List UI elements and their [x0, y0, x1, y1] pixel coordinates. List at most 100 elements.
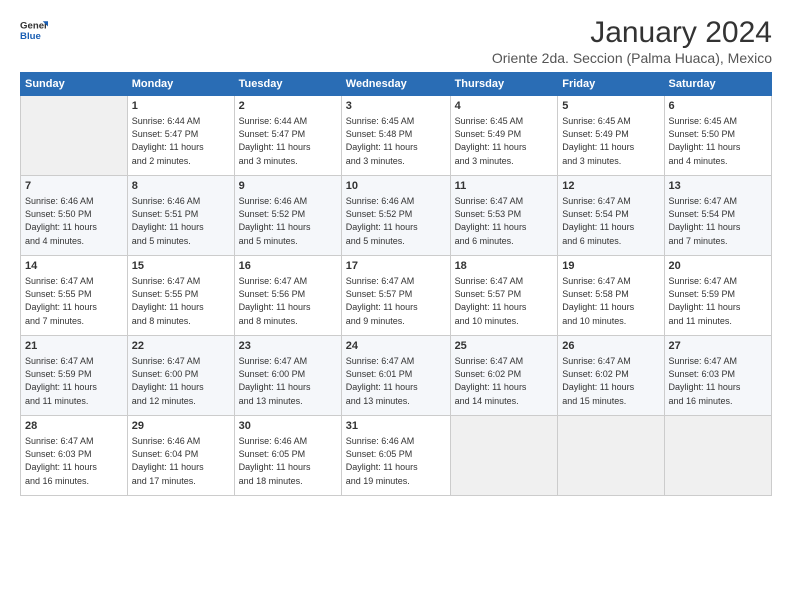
day-info: Sunrise: 6:46 AM Sunset: 6:04 PM Dayligh…	[132, 435, 230, 487]
day-number: 4	[455, 99, 554, 114]
day-number: 21	[25, 339, 123, 354]
day-number: 29	[132, 419, 230, 434]
day-info: Sunrise: 6:47 AM Sunset: 6:00 PM Dayligh…	[239, 355, 337, 407]
day-number: 5	[562, 99, 659, 114]
day-info: Sunrise: 6:47 AM Sunset: 5:54 PM Dayligh…	[562, 195, 659, 247]
day-info: Sunrise: 6:47 AM Sunset: 5:54 PM Dayligh…	[669, 195, 767, 247]
day-number: 16	[239, 259, 337, 274]
day-number: 17	[346, 259, 446, 274]
day-number: 6	[669, 99, 767, 114]
calendar-week-1: 1Sunrise: 6:44 AM Sunset: 5:47 PM Daylig…	[21, 96, 772, 176]
header: General Blue January 2024 Oriente 2da. S…	[20, 16, 772, 66]
day-number: 10	[346, 179, 446, 194]
calendar-location: Oriente 2da. Seccion (Palma Huaca), Mexi…	[492, 50, 772, 66]
calendar-cell: 8Sunrise: 6:46 AM Sunset: 5:51 PM Daylig…	[127, 176, 234, 256]
day-info: Sunrise: 6:47 AM Sunset: 5:53 PM Dayligh…	[455, 195, 554, 247]
day-info: Sunrise: 6:47 AM Sunset: 6:02 PM Dayligh…	[455, 355, 554, 407]
day-number: 20	[669, 259, 767, 274]
calendar-cell: 9Sunrise: 6:46 AM Sunset: 5:52 PM Daylig…	[234, 176, 341, 256]
calendar-week-5: 28Sunrise: 6:47 AM Sunset: 6:03 PM Dayli…	[21, 416, 772, 496]
calendar-cell	[558, 416, 664, 496]
logo-icon: General Blue	[20, 16, 48, 44]
title-block: January 2024 Oriente 2da. Seccion (Palma…	[492, 16, 772, 66]
calendar-cell	[450, 416, 558, 496]
day-number: 12	[562, 179, 659, 194]
calendar-cell: 16Sunrise: 6:47 AM Sunset: 5:56 PM Dayli…	[234, 256, 341, 336]
day-info: Sunrise: 6:47 AM Sunset: 6:00 PM Dayligh…	[132, 355, 230, 407]
calendar-cell: 3Sunrise: 6:45 AM Sunset: 5:48 PM Daylig…	[341, 96, 450, 176]
col-header-monday: Monday	[127, 73, 234, 96]
calendar-cell: 1Sunrise: 6:44 AM Sunset: 5:47 PM Daylig…	[127, 96, 234, 176]
day-info: Sunrise: 6:46 AM Sunset: 6:05 PM Dayligh…	[346, 435, 446, 487]
day-number: 26	[562, 339, 659, 354]
calendar-cell: 30Sunrise: 6:46 AM Sunset: 6:05 PM Dayli…	[234, 416, 341, 496]
col-header-tuesday: Tuesday	[234, 73, 341, 96]
calendar-cell: 19Sunrise: 6:47 AM Sunset: 5:58 PM Dayli…	[558, 256, 664, 336]
calendar-cell: 7Sunrise: 6:46 AM Sunset: 5:50 PM Daylig…	[21, 176, 128, 256]
calendar-cell: 15Sunrise: 6:47 AM Sunset: 5:55 PM Dayli…	[127, 256, 234, 336]
col-header-wednesday: Wednesday	[341, 73, 450, 96]
day-info: Sunrise: 6:47 AM Sunset: 5:55 PM Dayligh…	[25, 275, 123, 327]
day-number: 30	[239, 419, 337, 434]
calendar-cell: 6Sunrise: 6:45 AM Sunset: 5:50 PM Daylig…	[664, 96, 771, 176]
day-info: Sunrise: 6:47 AM Sunset: 5:57 PM Dayligh…	[455, 275, 554, 327]
calendar-cell: 21Sunrise: 6:47 AM Sunset: 5:59 PM Dayli…	[21, 336, 128, 416]
svg-text:Blue: Blue	[20, 31, 41, 42]
day-number: 8	[132, 179, 230, 194]
col-header-thursday: Thursday	[450, 73, 558, 96]
day-number: 15	[132, 259, 230, 274]
day-number: 3	[346, 99, 446, 114]
calendar-week-2: 7Sunrise: 6:46 AM Sunset: 5:50 PM Daylig…	[21, 176, 772, 256]
day-number: 28	[25, 419, 123, 434]
calendar-week-4: 21Sunrise: 6:47 AM Sunset: 5:59 PM Dayli…	[21, 336, 772, 416]
calendar-cell: 2Sunrise: 6:44 AM Sunset: 5:47 PM Daylig…	[234, 96, 341, 176]
calendar-cell: 20Sunrise: 6:47 AM Sunset: 5:59 PM Dayli…	[664, 256, 771, 336]
day-info: Sunrise: 6:47 AM Sunset: 5:56 PM Dayligh…	[239, 275, 337, 327]
col-header-saturday: Saturday	[664, 73, 771, 96]
calendar-cell: 5Sunrise: 6:45 AM Sunset: 5:49 PM Daylig…	[558, 96, 664, 176]
calendar-cell	[664, 416, 771, 496]
day-info: Sunrise: 6:47 AM Sunset: 5:55 PM Dayligh…	[132, 275, 230, 327]
day-info: Sunrise: 6:46 AM Sunset: 5:51 PM Dayligh…	[132, 195, 230, 247]
day-info: Sunrise: 6:45 AM Sunset: 5:48 PM Dayligh…	[346, 115, 446, 167]
day-number: 1	[132, 99, 230, 114]
day-info: Sunrise: 6:47 AM Sunset: 5:59 PM Dayligh…	[25, 355, 123, 407]
day-info: Sunrise: 6:47 AM Sunset: 6:03 PM Dayligh…	[669, 355, 767, 407]
day-number: 25	[455, 339, 554, 354]
page: General Blue January 2024 Oriente 2da. S…	[0, 0, 792, 612]
day-number: 24	[346, 339, 446, 354]
day-info: Sunrise: 6:47 AM Sunset: 5:57 PM Dayligh…	[346, 275, 446, 327]
logo: General Blue	[20, 16, 48, 44]
day-info: Sunrise: 6:46 AM Sunset: 5:52 PM Dayligh…	[346, 195, 446, 247]
calendar-title: January 2024	[492, 16, 772, 50]
day-number: 18	[455, 259, 554, 274]
day-number: 13	[669, 179, 767, 194]
calendar-cell: 25Sunrise: 6:47 AM Sunset: 6:02 PM Dayli…	[450, 336, 558, 416]
calendar-cell: 24Sunrise: 6:47 AM Sunset: 6:01 PM Dayli…	[341, 336, 450, 416]
calendar-cell: 23Sunrise: 6:47 AM Sunset: 6:00 PM Dayli…	[234, 336, 341, 416]
calendar-cell: 12Sunrise: 6:47 AM Sunset: 5:54 PM Dayli…	[558, 176, 664, 256]
day-number: 14	[25, 259, 123, 274]
day-info: Sunrise: 6:45 AM Sunset: 5:49 PM Dayligh…	[562, 115, 659, 167]
day-number: 27	[669, 339, 767, 354]
calendar-table: SundayMondayTuesdayWednesdayThursdayFrid…	[20, 72, 772, 496]
day-info: Sunrise: 6:46 AM Sunset: 5:52 PM Dayligh…	[239, 195, 337, 247]
day-number: 19	[562, 259, 659, 274]
calendar-cell: 26Sunrise: 6:47 AM Sunset: 6:02 PM Dayli…	[558, 336, 664, 416]
day-info: Sunrise: 6:46 AM Sunset: 5:50 PM Dayligh…	[25, 195, 123, 247]
calendar-week-3: 14Sunrise: 6:47 AM Sunset: 5:55 PM Dayli…	[21, 256, 772, 336]
calendar-cell: 22Sunrise: 6:47 AM Sunset: 6:00 PM Dayli…	[127, 336, 234, 416]
day-number: 22	[132, 339, 230, 354]
day-info: Sunrise: 6:47 AM Sunset: 6:01 PM Dayligh…	[346, 355, 446, 407]
day-number: 2	[239, 99, 337, 114]
day-number: 11	[455, 179, 554, 194]
day-number: 23	[239, 339, 337, 354]
day-info: Sunrise: 6:44 AM Sunset: 5:47 PM Dayligh…	[239, 115, 337, 167]
day-info: Sunrise: 6:45 AM Sunset: 5:50 PM Dayligh…	[669, 115, 767, 167]
calendar-cell: 14Sunrise: 6:47 AM Sunset: 5:55 PM Dayli…	[21, 256, 128, 336]
day-info: Sunrise: 6:47 AM Sunset: 5:58 PM Dayligh…	[562, 275, 659, 327]
day-number: 9	[239, 179, 337, 194]
day-info: Sunrise: 6:47 AM Sunset: 5:59 PM Dayligh…	[669, 275, 767, 327]
day-number: 31	[346, 419, 446, 434]
day-info: Sunrise: 6:44 AM Sunset: 5:47 PM Dayligh…	[132, 115, 230, 167]
